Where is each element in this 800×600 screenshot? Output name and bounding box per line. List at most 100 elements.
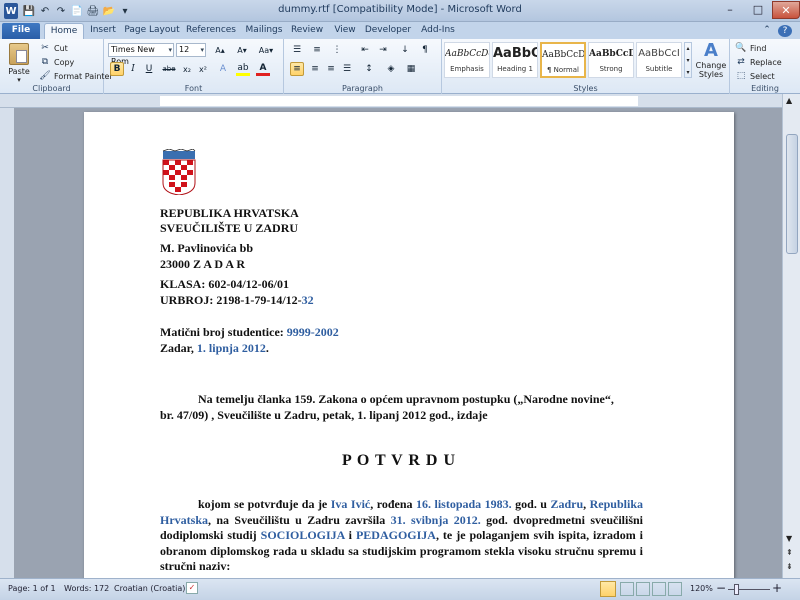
vertical-ruler[interactable] (0, 108, 14, 578)
change-styles-button[interactable]: A Change Styles (694, 41, 728, 80)
bullets-icon[interactable]: ☰ (290, 43, 304, 57)
styles-scroll[interactable]: ▴ ▾ ▾ (684, 42, 692, 78)
previous-page-icon[interactable]: ⇞ (786, 548, 793, 557)
zoom-out-icon[interactable]: − (716, 581, 726, 595)
maximize-button[interactable]: □ (744, 1, 772, 19)
copy-icon: ⧉ (41, 57, 49, 67)
select-icon: ⬚ (736, 71, 746, 81)
style-heading-1[interactable]: AaBbC Heading 1 (492, 42, 538, 78)
numbering-icon[interactable]: ≡ (310, 43, 324, 57)
scissors-icon: ✂ (41, 43, 49, 53)
zoom-percent[interactable]: 120% (690, 584, 713, 593)
close-button[interactable]: ✕ (772, 1, 800, 19)
horizontal-ruler[interactable] (0, 94, 782, 108)
doc-address: M. Pavlinovića bb (160, 241, 254, 255)
align-right-button[interactable]: ≡ (324, 62, 338, 76)
find-button[interactable]: 🔍 Find (734, 41, 766, 55)
full-screen-reading-icon[interactable] (620, 582, 634, 596)
tab-references[interactable]: References (184, 23, 238, 39)
status-bar: Page: 1 of 1 Words: 172 Croatian (Croati… (0, 578, 800, 600)
increase-indent-icon[interactable]: ⇥ (376, 43, 390, 57)
tab-developer[interactable]: Developer (364, 23, 412, 39)
web-layout-icon[interactable] (636, 582, 650, 596)
minimize-button[interactable]: – (716, 1, 744, 19)
format-painter-button[interactable]: 🖌 Format Painter (38, 69, 112, 83)
sort-icon[interactable]: ↓ (398, 43, 412, 57)
language-indicator[interactable]: Croatian (Croatia) (114, 584, 185, 593)
style-normal[interactable]: AaBbCcDc ¶ Normal (540, 42, 586, 78)
document-page[interactable]: REPUBLIKA HRVATSKA SVEUČILIŠTE U ZADRU M… (84, 112, 734, 578)
grow-font-button[interactable]: A▴ (210, 43, 230, 57)
paste-label: Paste (8, 67, 30, 76)
cut-button[interactable]: ✂ Cut (38, 41, 68, 55)
editing-group-label: Editing (751, 84, 779, 93)
zoom-slider-thumb[interactable] (734, 584, 739, 595)
maticni-label: Matični broj studentice: (160, 325, 287, 339)
change-case-button[interactable]: Aa▾ (256, 43, 276, 57)
select-button[interactable]: ⬚ Select (734, 69, 775, 83)
scrollbar-thumb[interactable] (786, 134, 798, 254)
draft-view-icon[interactable] (668, 582, 682, 596)
align-left-button[interactable]: ≡ (290, 62, 304, 76)
help-icon[interactable]: ? (778, 25, 792, 37)
text-effects-icon[interactable]: A (216, 62, 230, 76)
style-name: ¶ Normal (546, 66, 579, 74)
decrease-indent-icon[interactable]: ⇤ (358, 43, 372, 57)
style-subtitle[interactable]: AaBbCcI Subtitle (636, 42, 682, 78)
style-strong[interactable]: AaBbCcDd Strong (588, 42, 634, 78)
superscript-button[interactable]: x² (196, 62, 210, 76)
next-page-icon[interactable]: ⇟ (786, 562, 793, 571)
tab-insert[interactable]: Insert (86, 23, 120, 39)
style-name: Strong (599, 65, 623, 73)
paste-button[interactable]: Paste ▾ (6, 43, 32, 84)
page-count[interactable]: Page: 1 of 1 (8, 584, 56, 593)
tab-page-layout[interactable]: Page Layout (124, 23, 180, 39)
word-count[interactable]: Words: 172 (64, 584, 109, 593)
maticni-field: 9999-2002 (286, 325, 339, 339)
style-emphasis[interactable]: AaBbCcDc Emphasis (444, 42, 490, 78)
tab-view[interactable]: View (330, 23, 360, 39)
multilevel-list-icon[interactable]: ⋮ (330, 43, 344, 57)
italic-button[interactable]: I (126, 62, 140, 76)
font-size-combo[interactable]: 12 ▾ (176, 43, 206, 57)
bold-button[interactable]: B (110, 62, 124, 76)
tab-mailings[interactable]: Mailings (242, 23, 286, 39)
proofing-icon[interactable]: ✓ (186, 582, 198, 594)
show-formatting-icon[interactable]: ¶ (418, 43, 432, 57)
outline-view-icon[interactable] (652, 582, 666, 596)
tab-review[interactable]: Review (290, 23, 324, 39)
copy-button[interactable]: ⧉ Copy (38, 55, 75, 69)
style-name: Emphasis (450, 65, 484, 73)
font-name-combo[interactable]: Times New Rom▾ (108, 43, 174, 66)
underline-button[interactable]: U (142, 62, 156, 76)
borders-icon[interactable]: ▦ (404, 62, 418, 76)
urbroj-field: 32 (301, 293, 314, 307)
scroll-up-icon[interactable]: ▲ (786, 96, 792, 105)
vertical-scrollbar[interactable]: ▲ ▼ ⇞ ⇟ (782, 94, 800, 578)
font-color-icon[interactable]: A (256, 62, 270, 76)
line-spacing-icon[interactable]: ↕ (362, 62, 376, 76)
strikethrough-button[interactable]: abe (160, 62, 178, 76)
paragraph-group: ☰ ≡ ⋮ ⇤ ⇥ ↓ ¶ ≡ ≡ ≡ ☰ ↕ ◈ ▦ Paragraph (284, 39, 442, 94)
zoom-in-icon[interactable]: + (772, 581, 782, 595)
print-layout-view-icon[interactable] (600, 581, 616, 597)
tab-add-ins[interactable]: Add-Ins (418, 23, 458, 39)
replace-button[interactable]: ⇄ Replace (734, 55, 781, 69)
minimize-ribbon-icon[interactable]: ⌃ (760, 23, 774, 39)
justify-button[interactable]: ☰ (340, 62, 354, 76)
doc-heading-potvrdu: P O T V R D U (341, 452, 457, 469)
style-preview: AaBbCcDd (589, 49, 633, 59)
para2-text: i (344, 528, 356, 542)
shading-icon[interactable]: ◈ (384, 62, 398, 76)
subscript-button[interactable]: x₂ (180, 62, 194, 76)
doc-para2: kojom se potvrđuje da je Iva Ivić, rođen… (160, 497, 643, 575)
tab-file[interactable]: File (2, 23, 40, 39)
zadar-prefix: Zadar, (160, 341, 197, 355)
align-center-button[interactable]: ≡ (308, 62, 322, 76)
font-group: Times New Rom▾ 12▾ A▴ A▾ Aa▾ B I U abe x… (104, 39, 284, 94)
tab-home[interactable]: Home (44, 23, 84, 39)
highlight-icon[interactable]: ab (236, 62, 250, 76)
scroll-down-icon[interactable]: ▼ (786, 534, 792, 543)
shrink-font-button[interactable]: A▾ (232, 43, 252, 57)
paste-icon (9, 43, 29, 65)
